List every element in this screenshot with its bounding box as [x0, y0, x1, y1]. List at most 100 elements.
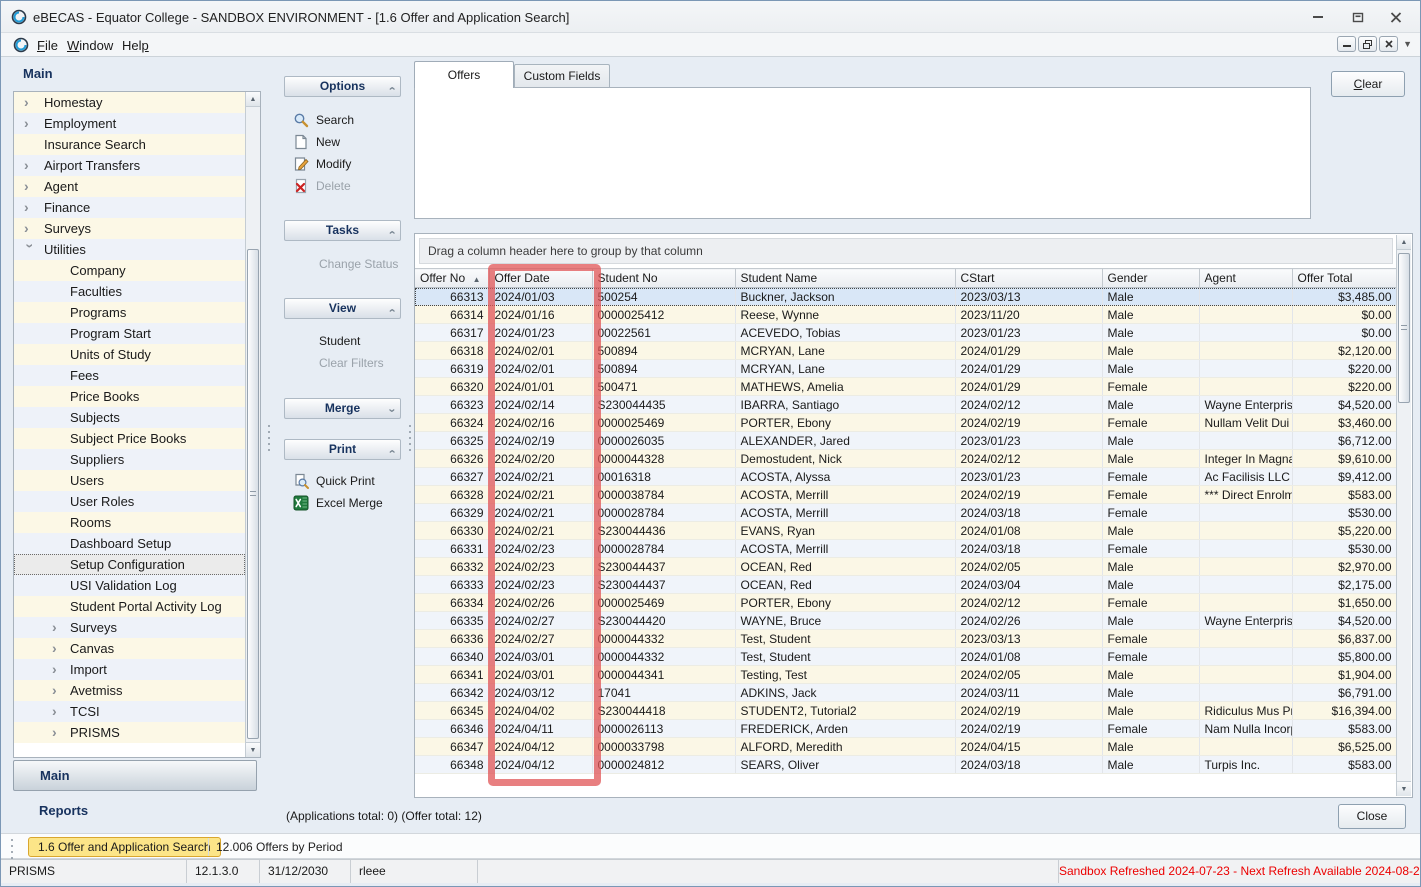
grid-cell[interactable]: 66342: [415, 684, 489, 702]
grid-cell[interactable]: Male: [1102, 576, 1199, 594]
grid-cell[interactable]: Buckner, Jackson: [735, 288, 955, 306]
grid-cell[interactable]: 66330: [415, 522, 489, 540]
grid-cell[interactable]: 2024/02/19: [955, 702, 1102, 720]
menu-window[interactable]: Window: [63, 37, 117, 54]
tree-scroll-thumb[interactable]: [247, 249, 259, 739]
grid-row[interactable]: 663182024/02/01500894MCRYAN, Lane2024/01…: [415, 342, 1397, 360]
tree-item-airport-transfers[interactable]: ›Airport Transfers: [14, 155, 245, 176]
tab-custom-fields[interactable]: Custom Fields: [514, 64, 610, 88]
grid-cell[interactable]: $0.00: [1292, 324, 1397, 342]
grid-cell[interactable]: 2024/03/12: [489, 684, 592, 702]
grid-cell[interactable]: Female: [1102, 648, 1199, 666]
grid-cell[interactable]: 0000025469: [592, 414, 735, 432]
grid-cell[interactable]: 2024/01/29: [955, 378, 1102, 396]
grid-cell[interactable]: OCEAN, Red: [735, 558, 955, 576]
grid-cell[interactable]: $220.00: [1292, 360, 1397, 378]
tree-item-student-portal-activity-log[interactable]: Student Portal Activity Log: [14, 596, 245, 617]
grid-cell[interactable]: 0000025412: [592, 306, 735, 324]
grid-cell[interactable]: 2024/02/26: [955, 612, 1102, 630]
grid-row[interactable]: 663462024/04/110000026113FREDERICK, Arde…: [415, 720, 1397, 738]
grid-cell[interactable]: 2024/01/08: [955, 522, 1102, 540]
grid-cell[interactable]: Male: [1102, 684, 1199, 702]
tree-expand-icon[interactable]: ›: [52, 659, 64, 680]
grid-cell[interactable]: $4,520.00: [1292, 612, 1397, 630]
quick-print-action[interactable]: Quick Print: [293, 472, 375, 489]
tree-collapse-icon[interactable]: ›: [20, 244, 41, 256]
grid-cell[interactable]: ALEXANDER, Jared: [735, 432, 955, 450]
grid-row[interactable]: 663412024/03/010000044341Testing, Test20…: [415, 666, 1397, 684]
grid-cell[interactable]: 2024/02/12: [955, 396, 1102, 414]
grid-cell[interactable]: Female: [1102, 486, 1199, 504]
grid-cell[interactable]: [1199, 666, 1292, 684]
grid-row[interactable]: 663292024/02/210000028784ACOSTA, Merrill…: [415, 504, 1397, 522]
grid-cell[interactable]: 66335: [415, 612, 489, 630]
clear-filters-action[interactable]: Clear Filters: [319, 354, 384, 371]
grid-cell[interactable]: 0000026113: [592, 720, 735, 738]
grid-cell[interactable]: $583.00: [1292, 756, 1397, 774]
grid-cell[interactable]: Male: [1102, 450, 1199, 468]
menu-file[interactable]: File: [33, 37, 62, 54]
grid-cell[interactable]: Male: [1102, 288, 1199, 306]
grid-cell[interactable]: Female: [1102, 378, 1199, 396]
tree-expand-icon[interactable]: ›: [52, 701, 64, 722]
grid-cell[interactable]: Male: [1102, 522, 1199, 540]
grid-cell[interactable]: 66320: [415, 378, 489, 396]
grid-cell[interactable]: 2024/02/19: [955, 486, 1102, 504]
sidebar-reports-button[interactable]: Reports: [39, 803, 88, 818]
grid-row[interactable]: 663402024/03/010000044332Test, Student20…: [415, 648, 1397, 666]
grid-cell[interactable]: Female: [1102, 468, 1199, 486]
grid-cell[interactable]: 66323: [415, 396, 489, 414]
grid-cell[interactable]: 0000028784: [592, 540, 735, 558]
tree-item-homestay[interactable]: ›Homestay: [14, 92, 245, 113]
tree-item-suppliers[interactable]: Suppliers: [14, 449, 245, 470]
grid-cell[interactable]: 2024/02/23: [489, 558, 592, 576]
grid-cell[interactable]: 2024/02/19: [955, 414, 1102, 432]
grid-cell[interactable]: [1199, 324, 1292, 342]
column-header-offer-total[interactable]: Offer Total: [1292, 269, 1397, 288]
grid-cell[interactable]: Male: [1102, 666, 1199, 684]
grid-cell[interactable]: Wayne Enterprise: [1199, 396, 1292, 414]
grid-cell[interactable]: 2024/04/11: [489, 720, 592, 738]
grid-cell[interactable]: 2024/02/19: [489, 432, 592, 450]
grid-cell[interactable]: 00022561: [592, 324, 735, 342]
grid-cell[interactable]: 66346: [415, 720, 489, 738]
grid-cell[interactable]: 2024/03/01: [489, 648, 592, 666]
modify-action[interactable]: Modify: [293, 155, 351, 172]
grid-cell[interactable]: 2023/01/23: [955, 468, 1102, 486]
grid-cell[interactable]: [1199, 342, 1292, 360]
grid-cell[interactable]: 2024/03/01: [489, 666, 592, 684]
grid-cell[interactable]: Male: [1102, 432, 1199, 450]
grid-row[interactable]: 663282024/02/210000038784ACOSTA, Merrill…: [415, 486, 1397, 504]
grid-row[interactable]: 663482024/04/120000024812SEARS, Oliver20…: [415, 756, 1397, 774]
grid-cell[interactable]: 66331: [415, 540, 489, 558]
groupby-bar[interactable]: Drag a column header here to group by th…: [419, 238, 1393, 264]
grid-cell[interactable]: S230044436: [592, 522, 735, 540]
grid-cell[interactable]: PORTER, Ebony: [735, 414, 955, 432]
grid-cell[interactable]: 66334: [415, 594, 489, 612]
grid-cell[interactable]: Test, Student: [735, 630, 955, 648]
grid-cell[interactable]: Male: [1102, 756, 1199, 774]
grid-cell[interactable]: 2024/02/27: [489, 612, 592, 630]
grid-cell[interactable]: 66332: [415, 558, 489, 576]
tree-item-user-roles[interactable]: User Roles: [14, 491, 245, 512]
tree-item-import[interactable]: ›Import: [14, 659, 245, 680]
grid-cell[interactable]: $2,120.00: [1292, 342, 1397, 360]
grid-cell[interactable]: 66313: [415, 288, 489, 306]
grid-row[interactable]: 663172024/01/2300022561ACEVEDO, Tobias20…: [415, 324, 1397, 342]
grid-cell[interactable]: 500894: [592, 360, 735, 378]
grid-cell[interactable]: 66327: [415, 468, 489, 486]
tree-item-surveys[interactable]: ›Surveys: [14, 617, 245, 638]
tree-item-rooms[interactable]: Rooms: [14, 512, 245, 533]
grid-cell[interactable]: *** Direct Enrolm: [1199, 486, 1292, 504]
tree-item-finance[interactable]: ›Finance: [14, 197, 245, 218]
grid-cell[interactable]: 66314: [415, 306, 489, 324]
grid-cell[interactable]: 2023/03/13: [955, 288, 1102, 306]
tab-offers[interactable]: Offers: [414, 61, 514, 88]
grid-cell[interactable]: [1199, 540, 1292, 558]
grid-cell[interactable]: EVANS, Ryan: [735, 522, 955, 540]
grid-cell[interactable]: $1,650.00: [1292, 594, 1397, 612]
grid-row[interactable]: 663242024/02/160000025469PORTER, Ebony20…: [415, 414, 1397, 432]
grid-cell[interactable]: Wayne Enterprise: [1199, 612, 1292, 630]
grid-cell[interactable]: [1199, 504, 1292, 522]
tree-item-prisms[interactable]: ›PRISMS: [14, 722, 245, 743]
